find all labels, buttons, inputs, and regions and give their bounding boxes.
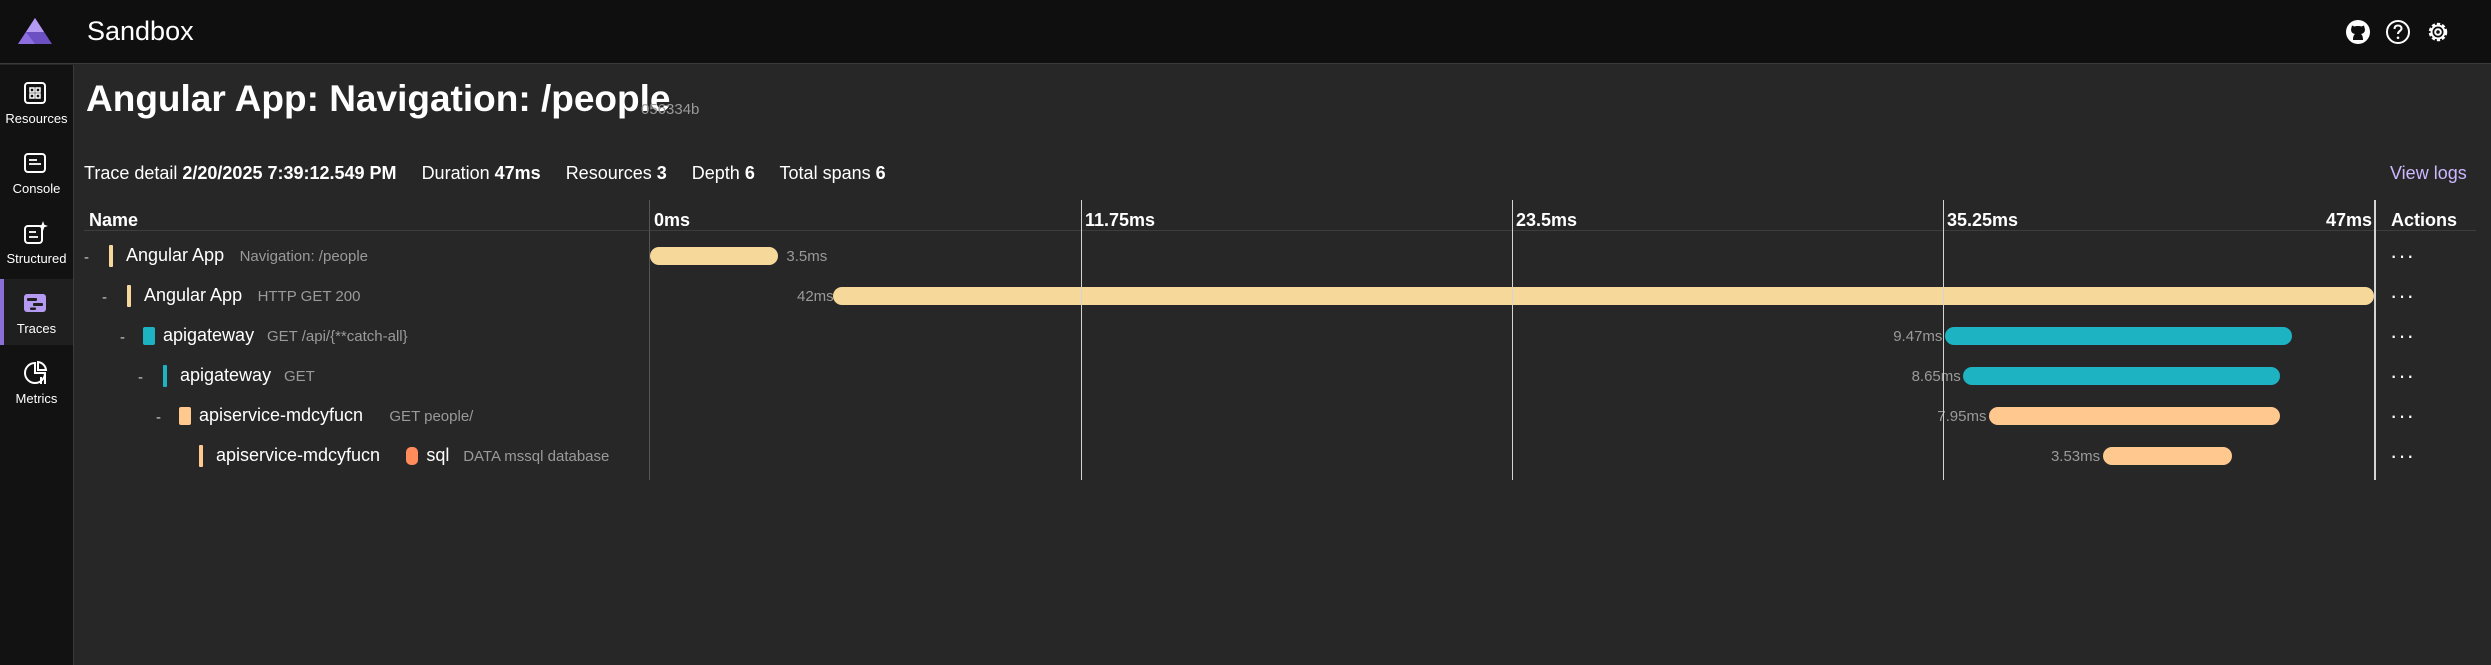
trace-detail-label: Trace detail — [84, 163, 178, 183]
span-description: GET /api/{**catch-all} — [267, 328, 408, 345]
sidebar-item-label: Resources — [5, 111, 68, 126]
trace-duration: Duration 47ms — [422, 163, 541, 183]
more-actions-button[interactable]: ··· — [2390, 363, 2415, 389]
span-description: HTTP GET 200 — [257, 288, 361, 305]
span-description: GET — [284, 368, 315, 385]
timeline-tick-label: 35.25ms — [1947, 210, 2019, 230]
span-name: Angular App — [144, 285, 243, 305]
span-name: apigateway — [163, 325, 255, 345]
resources-icon — [24, 82, 46, 104]
timeline-tick-label: 23.5ms — [1516, 210, 1578, 230]
trace-total-spans: Total spans 6 — [780, 163, 886, 183]
span-duration-bar[interactable] — [2102, 447, 2233, 465]
span-duration-bar[interactable] — [1963, 367, 2281, 385]
actions-column-header: Actions — [2391, 210, 2458, 230]
span-row[interactable]: apiservice-mdcyfucn sql DATA mssql databas… — [0, 438, 2417, 478]
app-title: Sandbox — [87, 16, 194, 46]
timeline-gridline — [1081, 200, 1082, 480]
view-logs-link[interactable]: View logs — [2390, 163, 2467, 184]
span-duration-label: 9.47ms — [1893, 328, 1943, 345]
github-icon[interactable] — [2344, 18, 2372, 46]
span-description: Navigation: /people — [239, 248, 369, 265]
console-icon — [24, 153, 46, 173]
trace-resources-value: 3 — [656, 163, 667, 183]
trace-resources-label: Resources — [565, 163, 652, 183]
span-name: Angular App — [126, 245, 225, 265]
trace-depth-value: 6 — [744, 163, 755, 183]
span-name: apiservice-mdcyfucn — [199, 405, 364, 425]
page-title: Angular App: Navigation: /people — [86, 78, 671, 119]
span-duration-label: 7.95ms — [1937, 408, 1987, 425]
span-duration-label: 42ms — [797, 288, 834, 305]
span-color-indicator — [109, 245, 113, 267]
service-icon — [179, 407, 191, 425]
span-duration-label: 3.53ms — [2050, 448, 2101, 465]
timeline-tick-label: 11.75ms — [1085, 210, 1156, 230]
span-duration-label: 8.65ms — [1911, 368, 1961, 385]
span-color-indicator — [199, 445, 203, 467]
trace-spans-label: Total spans — [779, 163, 871, 183]
span-row[interactable]: - Angular App HTTP GET 200 42ms ··· — [0, 278, 2417, 318]
span-duration-bar[interactable] — [1944, 327, 2293, 345]
more-actions-button[interactable]: ··· — [2390, 403, 2415, 429]
span-description: DATA mssql database — [463, 448, 610, 465]
help-icon[interactable] — [2384, 18, 2412, 46]
more-actions-button[interactable]: ··· — [2390, 443, 2415, 469]
collapse-toggle[interactable]: - — [120, 329, 125, 346]
span-row[interactable]: - apigateway GET /api/{**catch-all} 9.47ms ·… — [0, 318, 2417, 358]
span-row[interactable]: - apigateway GET 8.65ms ··· — [0, 358, 2417, 398]
collapse-toggle[interactable]: - — [156, 409, 161, 426]
span-name: apigateway — [180, 365, 272, 385]
trace-detail-value: 2/20/2025 7:39:12.549 PM — [182, 163, 397, 183]
span-sub-name: sql — [426, 445, 450, 465]
span-color-indicator — [127, 285, 131, 307]
more-actions-button[interactable]: ··· — [2390, 323, 2415, 349]
span-duration-bar[interactable] — [833, 287, 2374, 305]
app-logo-icon[interactable] — [16, 16, 54, 46]
collapse-toggle[interactable]: - — [138, 369, 143, 386]
trace-duration-value: 47ms — [494, 163, 541, 183]
timeline-gridline — [1943, 200, 1944, 480]
span-row[interactable]: - apiservice-mdcyfucn GET people/7.95ms ··· — [0, 398, 2417, 438]
service-icon — [143, 327, 155, 345]
more-actions-button[interactable]: ··· — [2390, 283, 2415, 309]
trace-detail: Trace detail 2/20/2025 7:39:12.549 PM — [84, 163, 397, 183]
sidebar-item-label: Console — [12, 181, 61, 196]
collapse-toggle[interactable]: - — [102, 289, 107, 306]
span-color-indicator — [163, 365, 167, 387]
sidebar-item-resources[interactable]: Resources — [0, 69, 73, 135]
span-description: GET people/ — [389, 408, 474, 425]
trace-id: 056334b — [641, 101, 700, 118]
span-row[interactable]: - Angular App Navigation: /people 3.5ms ··· — [0, 238, 2417, 278]
database-icon — [406, 447, 419, 465]
settings-icon[interactable] — [2424, 18, 2452, 46]
span-duration-bar[interactable] — [1988, 407, 2281, 425]
name-column-header: Name — [89, 210, 139, 230]
timeline-tick-label: 47ms — [2326, 210, 2373, 230]
timeline-tick-label: 0ms — [654, 210, 691, 230]
trace-resources: Resources 3 — [566, 163, 667, 183]
span-duration-label: 3.5ms — [786, 248, 828, 265]
sidebar-item-console[interactable]: Console — [0, 139, 73, 205]
trace-info-row: Trace detail 2/20/2025 7:39:12.549 PM Du… — [84, 163, 906, 184]
timeline-gridline — [1512, 200, 1513, 480]
trace-depth: Depth 6 — [692, 163, 755, 183]
trace-depth-label: Depth — [691, 163, 740, 183]
collapse-toggle[interactable]: - — [84, 249, 89, 266]
span-duration-bar[interactable] — [650, 247, 779, 265]
top-bar: Sandbox — [0, 0, 2491, 64]
more-actions-button[interactable]: ··· — [2390, 243, 2415, 269]
trace-duration-label: Duration — [421, 163, 490, 183]
trace-spans-value: 6 — [875, 163, 886, 183]
span-name: apiservice-mdcyfucn — [216, 445, 381, 465]
header-divider — [84, 230, 2476, 231]
